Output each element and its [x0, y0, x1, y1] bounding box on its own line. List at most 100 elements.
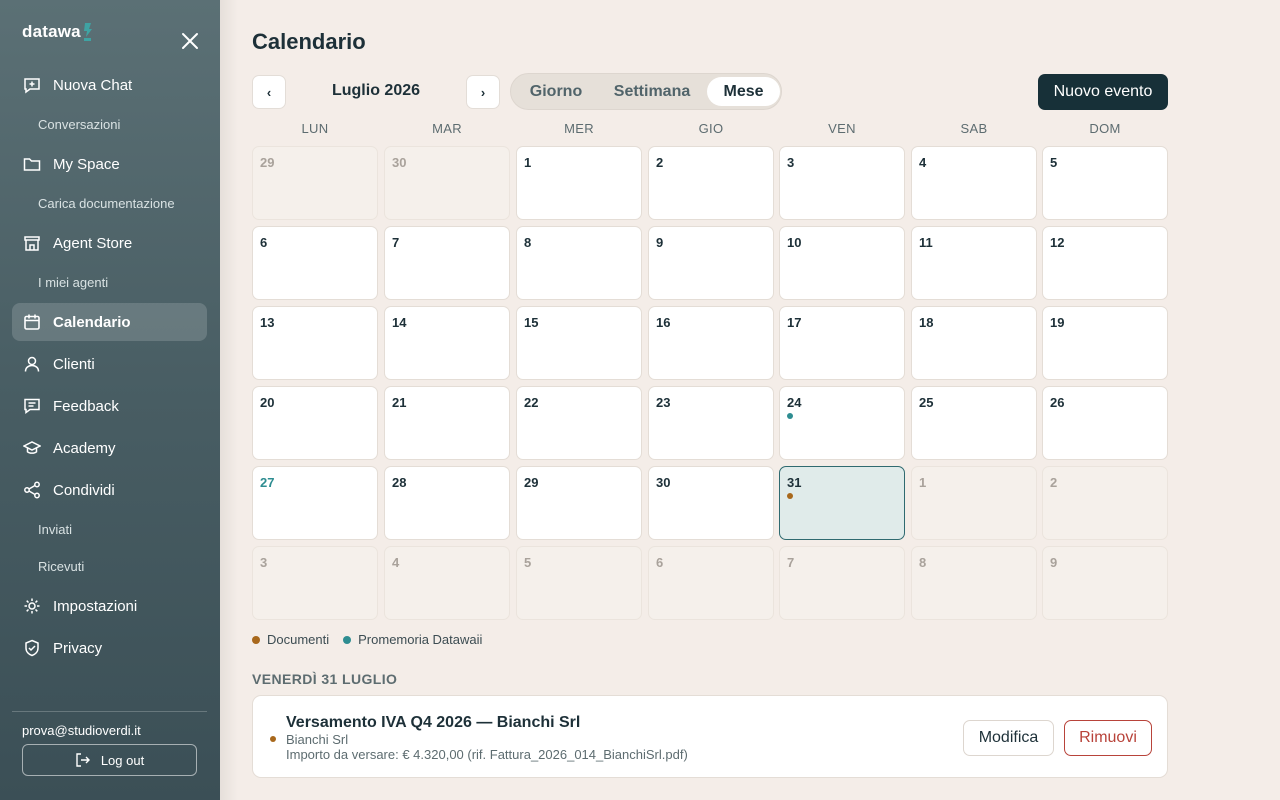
legend-item-documenti: Documenti [252, 632, 329, 647]
day-cell[interactable]: 19 [1042, 306, 1168, 380]
day-cell[interactable]: 9 [648, 226, 774, 300]
calendar-icon [23, 313, 41, 331]
day-cell[interactable]: 5 [1042, 146, 1168, 220]
day-cell[interactable]: 29 [252, 146, 378, 220]
day-number: 22 [524, 395, 539, 410]
nav-agent-store[interactable]: Agent Store [12, 224, 207, 262]
event-card[interactable]: Versamento IVA Q4 2026 — Bianchi Srl Bia… [252, 695, 1168, 778]
day-cell[interactable]: 4 [911, 146, 1037, 220]
day-cell[interactable]: 12 [1042, 226, 1168, 300]
day-cell[interactable]: 9 [1042, 546, 1168, 620]
nav-my-space[interactable]: My Space [12, 145, 207, 183]
day-cell[interactable]: 26 [1042, 386, 1168, 460]
day-number: 21 [392, 395, 407, 410]
event-category-dot [270, 736, 276, 742]
day-cell[interactable]: 20 [252, 386, 378, 460]
day-number: 8 [919, 555, 927, 570]
day-cell[interactable]: 3 [252, 546, 378, 620]
nav-sub-inviati[interactable]: Inviati [38, 522, 72, 537]
day-number: 7 [392, 235, 400, 250]
nav-label: Condividi [53, 481, 115, 499]
day-cell[interactable]: 11 [911, 226, 1037, 300]
nav-condividi[interactable]: Condividi [12, 471, 207, 509]
page-title: Calendario [252, 29, 366, 54]
edit-event-button[interactable]: Modifica [963, 720, 1054, 756]
day-cell[interactable]: 5 [516, 546, 642, 620]
day-cell[interactable]: 8 [516, 226, 642, 300]
nav-academy[interactable]: Academy [12, 429, 207, 467]
event-dot [787, 413, 793, 419]
day-cell[interactable]: 31 [779, 466, 905, 540]
nav-calendario[interactable]: Calendario [12, 303, 207, 341]
day-cell[interactable]: 30 [648, 466, 774, 540]
day-cell[interactable]: 27 [252, 466, 378, 540]
event-dot [787, 493, 793, 499]
shield-check-icon [23, 639, 41, 657]
day-cell[interactable]: 13 [252, 306, 378, 380]
day-cell[interactable]: 17 [779, 306, 905, 380]
day-cell[interactable]: 7 [384, 226, 510, 300]
day-cell[interactable]: 15 [516, 306, 642, 380]
day-cell[interactable]: 14 [384, 306, 510, 380]
day-cell[interactable]: 2 [648, 146, 774, 220]
view-week-button[interactable]: Settimana [600, 77, 704, 106]
view-day-button[interactable]: Giorno [516, 77, 596, 106]
day-number: 10 [787, 235, 802, 250]
day-cell[interactable]: 2 [1042, 466, 1168, 540]
nav-impostazioni[interactable]: Impostazioni [12, 587, 207, 625]
nav-sub-ricevuti[interactable]: Ricevuti [38, 559, 84, 574]
day-number: 26 [1050, 395, 1065, 410]
store-icon [23, 234, 41, 252]
nav-sub-i-miei-agenti[interactable]: I miei agenti [38, 275, 108, 290]
day-cell[interactable]: 30 [384, 146, 510, 220]
day-number: 5 [524, 555, 532, 570]
day-cell[interactable]: 23 [648, 386, 774, 460]
nav-nuova-chat[interactable]: Nuova Chat [12, 66, 207, 104]
nav-sub-conversazioni[interactable]: Conversazioni [38, 117, 120, 132]
nav-label: Privacy [53, 639, 103, 657]
nav-clienti[interactable]: Clienti [12, 345, 207, 383]
nav-label: Impostazioni [53, 597, 138, 615]
legend-label: Documenti [267, 632, 330, 647]
prev-month-button[interactable]: ‹ [252, 75, 286, 109]
nav-privacy[interactable]: Privacy [12, 629, 207, 667]
day-cell[interactable]: 8 [911, 546, 1037, 620]
legend-label: Promemoria Datawaii [358, 632, 483, 647]
logo[interactable]: datawa [22, 22, 94, 43]
day-cell[interactable]: 29 [516, 466, 642, 540]
day-number: 1 [919, 475, 927, 490]
day-cell[interactable]: 6 [648, 546, 774, 620]
close-sidebar-button[interactable] [178, 29, 202, 53]
nav-feedback[interactable]: Feedback [12, 387, 207, 425]
day-cell[interactable]: 16 [648, 306, 774, 380]
weekday-header: GIO [698, 121, 724, 136]
next-month-button[interactable]: › [466, 75, 500, 109]
day-cell[interactable]: 4 [384, 546, 510, 620]
day-cell[interactable]: 18 [911, 306, 1037, 380]
event-client: Bianchi Srl [286, 732, 349, 747]
view-month-button[interactable]: Mese [707, 77, 780, 106]
remove-event-button[interactable]: Rimuovi [1064, 720, 1152, 756]
day-cell[interactable]: 1 [911, 466, 1037, 540]
day-cell[interactable]: 7 [779, 546, 905, 620]
event-description: Importo da versare: € 4.320,00 (rif. Fat… [286, 747, 688, 762]
day-number: 9 [1050, 555, 1058, 570]
day-cell[interactable]: 3 [779, 146, 905, 220]
day-number: 13 [260, 315, 275, 330]
day-cell[interactable]: 25 [911, 386, 1037, 460]
day-cell[interactable]: 22 [516, 386, 642, 460]
day-cell[interactable]: 10 [779, 226, 905, 300]
day-number: 29 [524, 475, 539, 490]
new-event-button[interactable]: Nuovo evento [1038, 74, 1168, 110]
share-icon [23, 481, 41, 499]
folder-icon [23, 155, 41, 173]
day-cell[interactable]: 21 [384, 386, 510, 460]
day-cell[interactable]: 24 [779, 386, 905, 460]
day-cell[interactable]: 6 [252, 226, 378, 300]
day-number: 29 [260, 155, 275, 170]
logo-text: datawa [22, 22, 81, 41]
day-cell[interactable]: 1 [516, 146, 642, 220]
day-cell[interactable]: 28 [384, 466, 510, 540]
nav-sub-carica-documentazione[interactable]: Carica documentazione [38, 196, 175, 211]
logout-button[interactable]: Log out [22, 744, 197, 776]
